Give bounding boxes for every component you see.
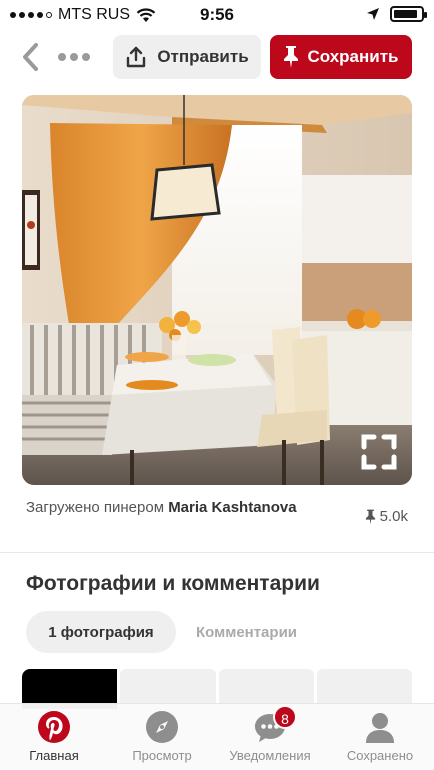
status-bar: MTS RUS 9:56	[0, 0, 434, 30]
tab-notifications-label: Уведомления	[229, 748, 311, 763]
pin-image[interactable]	[22, 95, 412, 485]
send-button-label: Отправить	[157, 47, 249, 66]
tab-photos[interactable]: 1 фотография	[26, 611, 176, 653]
uploader-info: Загружено пинером Maria Kashtanova	[26, 498, 306, 518]
profile-icon	[363, 710, 397, 744]
tab-home[interactable]: Главная	[4, 710, 104, 763]
fullscreen-icon[interactable]	[360, 433, 398, 471]
notification-badge: 8	[273, 705, 297, 729]
tab-explore-label: Просмотр	[132, 748, 192, 763]
battery-icon	[390, 6, 427, 22]
location-arrow-icon	[367, 8, 379, 20]
tab-explore[interactable]: Просмотр	[112, 710, 212, 763]
compass-icon	[145, 710, 179, 744]
save-count: 5.0k	[365, 508, 408, 525]
bottom-tab-bar: Главная Просмотр 8 Уведомления Сохранено	[0, 703, 434, 770]
save-count-value: 5.0k	[379, 508, 408, 525]
divider	[0, 552, 434, 553]
share-upload-icon	[127, 46, 146, 68]
uploaded-by-prefix: Загружено пинером	[26, 499, 165, 516]
uploader-name[interactable]: Maria Kashtanova	[168, 499, 296, 516]
tab-saved[interactable]: Сохранено	[330, 710, 430, 763]
tab-notifications[interactable]: 8 Уведомления	[220, 705, 320, 763]
tab-saved-label: Сохранено	[346, 748, 414, 763]
pinterest-logo-icon	[37, 710, 71, 744]
pin-action-bar: Отправить Сохранить	[0, 34, 434, 80]
save-button-label: Сохранить	[307, 47, 399, 66]
save-button[interactable]: Сохранить	[270, 35, 412, 79]
chat-bubble-icon: 8	[253, 705, 297, 744]
section-title: Фотографии и комментарии	[26, 572, 320, 595]
pushpin-icon	[365, 509, 375, 524]
more-dots-icon[interactable]	[58, 53, 90, 61]
pushpin-icon	[284, 46, 299, 68]
chevron-left-icon[interactable]	[20, 42, 42, 72]
tab-comments[interactable]: Комментарии	[196, 611, 297, 653]
kitchen-interior-photo	[22, 95, 412, 485]
send-button[interactable]: Отправить	[113, 35, 261, 79]
tab-home-label: Главная	[29, 748, 79, 763]
